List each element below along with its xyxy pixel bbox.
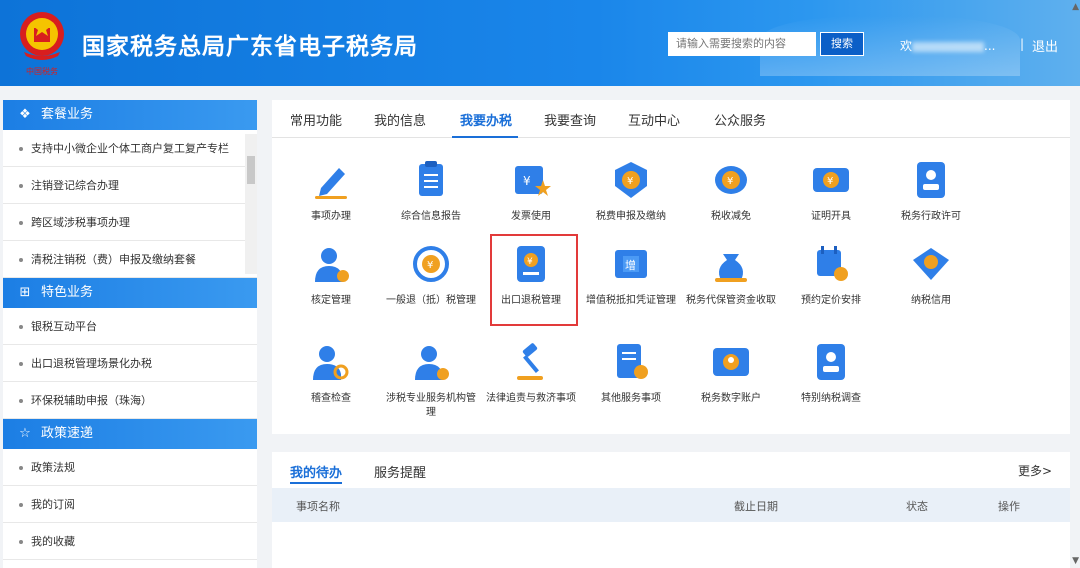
tile-tax-declaration[interactable]: ¥ 税费申报及缴纳 <box>586 158 676 224</box>
user-gear-icon <box>315 248 349 282</box>
sidebar-item[interactable]: 我的收藏 <box>3 523 257 560</box>
tile-assessment[interactable]: 核定管理 <box>286 242 376 308</box>
digital-account-icon <box>713 348 749 376</box>
logout-link[interactable]: 退出 <box>1032 36 1058 55</box>
money-bag-icon <box>715 254 747 282</box>
grid-icon: ⊞ <box>19 285 31 300</box>
svg-text:¥: ¥ <box>827 176 833 187</box>
clipboard-icon <box>419 161 443 196</box>
tile-vat-voucher[interactable]: 增 增值税抵扣凭证管理 <box>586 242 676 308</box>
tile-tax-reduction[interactable]: ¥ 税收减免 <box>686 158 776 224</box>
highlight-box <box>490 234 578 326</box>
tile-agency-management[interactable]: 涉税专业服务机构管理 <box>386 340 476 420</box>
tile-item-handling[interactable]: 事项办理 <box>286 158 376 224</box>
star-icon: ☆ <box>19 426 31 441</box>
coin-stack-icon: ¥ <box>715 166 747 194</box>
svg-text:中国税务: 中国税务 <box>26 66 58 76</box>
search-button[interactable]: 搜索 <box>820 32 864 56</box>
sidebar-item[interactable]: 清税注销税（费）申报及缴纳套餐⌄ <box>3 241 257 278</box>
sidebar-item[interactable]: 出口退税管理场景化办税 <box>3 345 257 382</box>
pen-icon <box>315 168 347 199</box>
scrollbar-thumb[interactable] <box>247 156 255 184</box>
sidebar-section-feature[interactable]: ⊞ 特色业务 <box>3 278 257 308</box>
scroll-down-icon[interactable]: ▼ <box>1072 556 1079 566</box>
tile-digital-account[interactable]: 税务数字账户 <box>686 340 776 406</box>
top-header: 中国税务 国家税务总局广东省电子税务局 搜索 欢... | 退出 <box>0 0 1080 86</box>
sidebar-section-policy[interactable]: ☆ 政策速递 <box>3 419 257 449</box>
tab-query[interactable]: 我要查询 <box>544 110 596 129</box>
tab-public-service[interactable]: 公众服务 <box>714 110 766 129</box>
more-link[interactable]: 更多> <box>1018 462 1052 479</box>
tax-shield-icon: ¥ <box>615 162 647 198</box>
svg-text:¥: ¥ <box>523 174 531 188</box>
col-item-name: 事项名称 <box>296 500 340 513</box>
col-actions: 操作 <box>998 500 1020 513</box>
tab-my-todo[interactable]: 我的待办 <box>290 462 342 481</box>
col-deadline: 截止日期 <box>734 500 778 513</box>
svg-text:¥: ¥ <box>627 176 633 187</box>
svg-text:¥: ¥ <box>727 176 733 187</box>
function-panel: 常用功能 我的信息 我要办税 我要查询 互动中心 公众服务 事项办理 综合信息报… <box>272 100 1070 434</box>
scroll-up-icon[interactable]: ▲ <box>1072 2 1079 12</box>
ticket-icon: ¥ <box>813 168 849 192</box>
tile-pricing-arrangement[interactable]: 预约定价安排 <box>786 242 876 308</box>
welcome-text: 欢... <box>900 39 996 53</box>
tile-special-survey[interactable]: 特别纳税调查 <box>786 340 876 406</box>
credit-shield-icon <box>913 248 949 280</box>
calendar-clock-icon <box>817 246 848 281</box>
service-doc-icon <box>617 344 648 379</box>
sidebar-item[interactable]: 跨区域涉税事项办理 <box>3 204 257 241</box>
tile-info-report[interactable]: 综合信息报告 <box>386 158 476 224</box>
tile-invoice-use[interactable]: ¥ 发票使用 <box>486 158 576 224</box>
refund-cycle-icon: ¥ <box>413 246 449 282</box>
todo-table-header: 事项名称 截止日期 状态 操作 <box>272 488 1070 522</box>
tile-other-services[interactable]: 其他服务事项 <box>586 340 676 406</box>
vat-receipt-icon: 增 <box>615 250 647 278</box>
layers-icon: ❖ <box>19 107 31 122</box>
tile-general-refund[interactable]: ¥ 一般退（抵）税管理 <box>386 242 476 308</box>
agency-icon <box>415 346 449 380</box>
tile-custody-funds[interactable]: 税务代保管资金收取 <box>686 242 776 308</box>
redacted-username <box>912 41 985 52</box>
tab-my-info[interactable]: 我的信息 <box>374 110 426 129</box>
sidebar-section-package[interactable]: ❖ 套餐业务 <box>3 100 257 130</box>
tile-certificate[interactable]: ¥ 证明开具 <box>786 158 876 224</box>
sidebar-item[interactable]: 我的订阅 <box>3 486 257 523</box>
page-scrollbar[interactable]: ▲ ▼ <box>1070 0 1080 568</box>
tab-common[interactable]: 常用功能 <box>290 110 342 129</box>
search-input[interactable] <box>668 32 816 56</box>
tile-admin-permit[interactable]: 税务行政许可 <box>886 158 976 224</box>
site-title: 国家税务总局广东省电子税务局 <box>82 34 418 60</box>
todo-panel: 我的待办 服务提醒 更多> 事项名称 截止日期 状态 操作 <box>272 452 1070 568</box>
sidebar-item[interactable]: 环保税辅助申报（珠海） <box>3 382 257 419</box>
invoice-icon: ¥ <box>515 166 551 196</box>
svg-text:增: 增 <box>625 258 636 272</box>
sidebar-item[interactable]: 政策法规 <box>3 449 257 486</box>
sidebar-item[interactable]: 注销登记综合办理 <box>3 167 257 204</box>
active-tab-underline <box>452 136 518 138</box>
todo-tab-underline <box>290 482 342 484</box>
svg-text:¥: ¥ <box>427 260 433 271</box>
special-survey-icon <box>817 344 845 380</box>
left-sidebar: ❖套餐业务 支持中小微企业个体工商户复工复产专栏⌃ 注销登记综合办理 跨区域涉税… <box>3 100 257 568</box>
inspect-icon <box>313 346 349 380</box>
id-badge-icon <box>917 162 945 198</box>
gavel-icon <box>517 343 543 380</box>
tile-inspection[interactable]: 稽查检查 <box>286 340 376 406</box>
sidebar-item[interactable]: 银税互动平台 <box>3 308 257 345</box>
main-tabs: 常用功能 我的信息 我要办税 我要查询 互动中心 公众服务 <box>272 100 1070 138</box>
tab-service-reminder[interactable]: 服务提醒 <box>374 462 426 481</box>
col-status: 状态 <box>906 500 928 513</box>
sidebar-scrollbar[interactable] <box>245 134 257 274</box>
tab-handle-tax[interactable]: 我要办税 <box>460 110 512 129</box>
tile-tax-credit[interactable]: 纳税信用 <box>886 242 976 308</box>
sidebar-item[interactable]: 支持中小微企业个体工商户复工复产专栏⌃ <box>3 130 257 167</box>
tax-emblem-icon: 中国税务 <box>20 12 64 76</box>
tab-interaction[interactable]: 互动中心 <box>628 110 680 129</box>
header-separator: | <box>1020 37 1025 51</box>
tile-legal-remedy[interactable]: 法律追责与救济事项 <box>486 340 576 406</box>
